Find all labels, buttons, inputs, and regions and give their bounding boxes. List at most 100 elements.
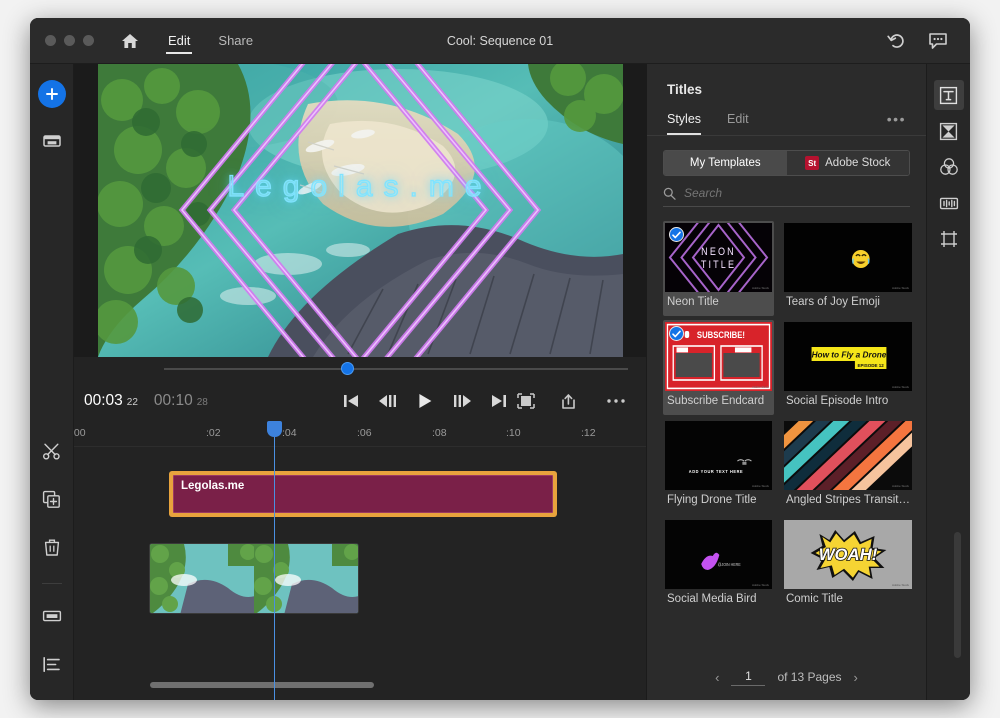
title-clip-body: Legolas.me [173,475,553,513]
template-name: Social Episode Intro [785,395,889,407]
ruler-tick: :04 [282,427,297,439]
tab-share[interactable]: Share [216,18,255,64]
step-back-button[interactable] [378,393,398,409]
properties-button[interactable] [38,650,66,678]
play-button[interactable] [416,392,434,410]
clip-thumbnail-icon [150,544,254,613]
ellipsis-icon [607,399,625,403]
panel-vscrollbar[interactable] [954,532,961,658]
ruler-tick: :06 [357,427,372,439]
video-preview[interactable]: Legolas.me [74,64,646,357]
panel-tabs: Styles Edit ••• [647,97,926,135]
scrubber-track[interactable] [164,368,628,370]
more-options-button[interactable] [606,397,626,405]
minimize-button[interactable] [64,35,75,46]
duration-timecode: 00:10 28 [154,392,208,410]
subscribe-text: SUBSCRIBE! [697,329,745,340]
tab-edit[interactable]: Edit [727,112,749,135]
comments-button[interactable] [928,32,948,50]
undo-button[interactable] [887,33,906,49]
audio-icon [939,197,958,209]
template-card[interactable]: Adobe Stock Angled Stripes Transit… [782,419,914,514]
selected-check-icon [669,227,684,242]
undo-icon [887,33,904,48]
duration-frames-value: 28 [196,397,208,408]
template-name: Subscribe Endcard [667,395,765,407]
panel-more-button[interactable]: ••• [887,111,906,135]
go-to-end-button[interactable] [490,393,508,409]
source-adobe-stock-label: Adobe Stock [825,157,891,169]
flying-drone-text: ADD YOUR TEXT HERE [689,469,743,474]
check-icon [672,231,681,238]
page-count-label: of 13 Pages [777,670,842,684]
left-toolbar-bottom [38,437,66,700]
crop-transform-tool-button[interactable] [934,224,964,254]
template-card[interactable]: How to Fly a Drone EPISODE 12 Adobe Stoc… [782,320,914,415]
template-card[interactable]: @JOIN HERE Adobe Stock Social Media Bird [663,518,774,613]
video-clip[interactable] [149,543,359,614]
step-forward-button[interactable] [452,393,472,409]
playhead-handle[interactable] [267,421,282,437]
template-thumbnail: NEON TITLE Adobe Stock [665,223,772,292]
template-thumbnail: SUBSCRIBE! Adobe Stock [665,322,772,391]
audio-tool-button[interactable] [934,188,964,218]
tab-styles[interactable]: Styles [667,112,702,135]
transitions-tool-button[interactable] [934,116,964,146]
timeline-ruler[interactable]: :00 :02 :04 :06 :08 :10 :12 :14 [74,421,646,447]
tab-edit[interactable]: Edit [166,18,193,64]
current-timecode[interactable]: 00:03 22 [84,392,138,410]
color-tool-button[interactable] [934,152,964,182]
template-thumbnail: WOAH! Adobe Stock [783,520,912,589]
step-forward-icon [454,395,471,407]
source-my-templates[interactable]: My Templates [664,151,787,175]
source-adobe-stock[interactable]: St Adobe Stock [786,151,909,175]
close-button[interactable] [45,35,56,46]
prev-page-button[interactable]: ‹ [715,670,719,685]
split-clip-button[interactable] [38,437,66,465]
duration-time-value: 00:10 [153,392,193,409]
search-input[interactable] [684,186,910,200]
project-media-button[interactable] [38,126,66,154]
project-media-icon [42,134,61,147]
check-icon [672,330,681,337]
timeline-hscrollbar-thumb[interactable] [150,682,374,688]
drone-sub-text: EPISODE 12 [857,363,884,368]
titles-tool-button[interactable] [933,80,964,110]
title-clip[interactable]: Legolas.me [169,471,557,517]
page-number-input[interactable]: 1 [731,669,766,686]
scrubber-handle[interactable] [341,362,354,375]
video-frame: Legolas.me [97,64,623,357]
home-button[interactable] [116,27,144,55]
thumbnail-watermark: Adobe Stock [891,286,909,290]
current-time-value: 00:03 [84,392,123,409]
delete-clip-button[interactable] [38,533,66,561]
template-card[interactable]: WOAH! Adobe Stock Comic Title [782,518,914,613]
window-controls[interactable] [30,35,94,46]
fullscreen-button[interactable] [517,393,535,409]
editor-center: Legolas.me 00:03 22 00:10 28 00:02:04 … [74,64,646,700]
preview-scrubber[interactable] [74,357,646,381]
next-page-button[interactable]: › [854,670,858,685]
voiceover-button[interactable] [38,602,66,630]
fullscreen-icon [517,393,535,409]
timeline-hscrollbar[interactable] [150,682,636,688]
source-segmented-control: My Templates St Adobe Stock [663,150,910,176]
template-card[interactable]: ADD YOUR TEXT HERE Adobe Stock Flying Dr… [663,419,774,514]
playhead[interactable] [267,421,282,700]
search-box[interactable] [663,186,910,207]
template-card[interactable]: SUBSCRIBE! Adobe Stock Subscribe Endcard [663,320,774,415]
color-icon [939,158,958,175]
export-button[interactable] [561,393,580,410]
ruler-tick: :12 [581,427,596,439]
clip-thumbnail-icon [254,544,358,613]
go-to-start-button[interactable] [342,393,360,409]
neon-line2-text: TITLE [701,259,736,271]
template-card[interactable]: NEON TITLE Adobe Stock Neon Title [663,221,774,316]
add-media-button[interactable] [37,80,66,108]
search-row [647,176,926,215]
duplicate-clip-button[interactable] [38,485,66,513]
maximize-button[interactable] [83,35,94,46]
template-card[interactable]: Adobe Stock Tears of Joy Emoji [782,221,914,316]
timeline[interactable]: :00 :02 :04 :06 :08 :10 :12 :14 Legolas.… [74,421,646,700]
title-clip-label: Legolas.me [181,480,245,492]
